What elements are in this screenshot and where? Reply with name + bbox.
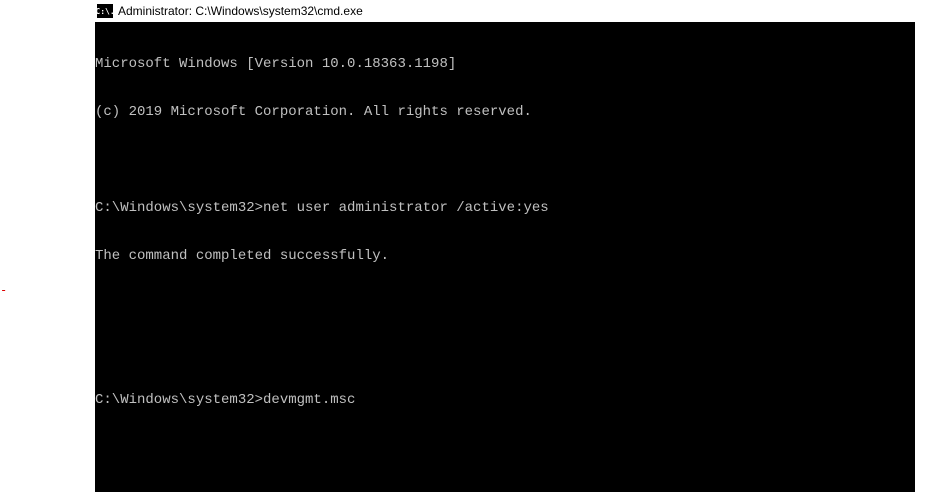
titlebar[interactable]: C:\. Administrator: C:\Windows\system32\… <box>95 0 915 22</box>
window-title: Administrator: C:\Windows\system32\cmd.e… <box>118 4 363 18</box>
terminal-line <box>95 296 915 312</box>
terminal-line: C:\Windows\system32>net user administrat… <box>95 200 915 216</box>
terminal-line: C:\Windows\system32>devmgmt.msc <box>95 392 915 408</box>
cmd-window: C:\. Administrator: C:\Windows\system32\… <box>95 0 915 492</box>
terminal-line: Microsoft Windows [Version 10.0.18363.11… <box>95 56 915 72</box>
terminal-body[interactable]: Microsoft Windows [Version 10.0.18363.11… <box>95 22 915 492</box>
artifact-mark: - <box>0 283 7 297</box>
terminal-line <box>95 344 915 360</box>
cmd-icon-label: C:\. <box>95 7 114 16</box>
terminal-line <box>95 152 915 168</box>
terminal-line: (c) 2019 Microsoft Corporation. All righ… <box>95 104 915 120</box>
cmd-icon: C:\. <box>97 4 113 18</box>
terminal-line: The command completed successfully. <box>95 248 915 264</box>
